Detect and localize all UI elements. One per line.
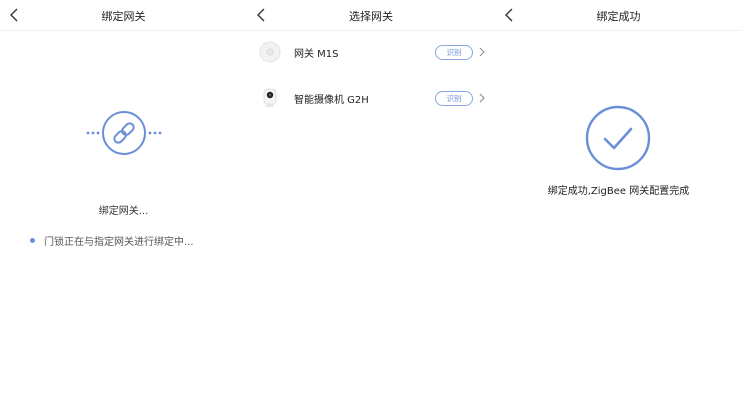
success-text: 绑定成功,ZigBee 网关配置完成 — [547, 186, 690, 197]
page-title: 绑定成功 — [596, 10, 641, 23]
page-title: 选择网关 — [349, 10, 393, 23]
identify-button[interactable]: 识别 — [435, 44, 473, 60]
device-row-camera[interactable]: 智能摄像机 G2H 识别 — [247, 83, 495, 113]
status-row: 门锁正在与指定网关进行绑定中... — [30, 233, 194, 248]
chevron-right-icon[interactable] — [477, 46, 487, 58]
device-name: 网关 M1S — [294, 48, 339, 60]
camera-icon — [263, 88, 277, 107]
header: 绑定网关 — [0, 0, 247, 31]
header: 选择网关 — [247, 0, 495, 31]
status-text: 门锁正在与指定网关进行绑定中... — [44, 237, 194, 248]
checkmark-icon — [585, 105, 651, 171]
device-name: 智能摄像机 G2H — [294, 94, 369, 106]
header: 绑定成功 — [495, 0, 742, 31]
link-icon — [86, 111, 162, 155]
device-row-gateway[interactable]: 网关 M1S 识别 — [247, 37, 495, 67]
select-gateway-screen: 选择网关 网关 M1S 识别 智能摄像机 G2H 识别 — [247, 0, 495, 400]
app-screens: 绑定网关 绑定网关... 门锁正在与指定网关进行绑定中... 选择网关 网关 M… — [0, 0, 742, 400]
page-title: 绑定网关 — [101, 10, 146, 23]
chevron-right-icon[interactable] — [477, 92, 487, 104]
binding-screen: 绑定网关 绑定网关... 门锁正在与指定网关进行绑定中... — [0, 0, 247, 400]
status-dot — [30, 238, 35, 243]
gateway-icon — [259, 41, 281, 63]
binding-success-screen: 绑定成功 绑定成功,ZigBee 网关配置完成 — [495, 0, 742, 400]
identify-button[interactable]: 识别 — [435, 90, 473, 106]
binding-label: 绑定网关... — [98, 206, 149, 217]
